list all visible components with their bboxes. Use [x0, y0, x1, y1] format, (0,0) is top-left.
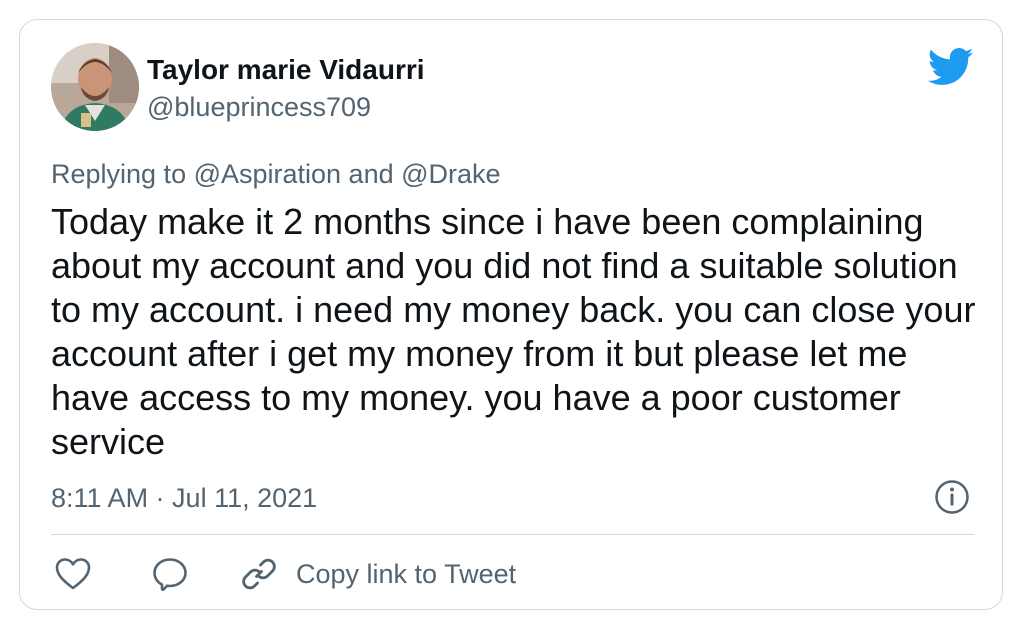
heart-icon[interactable]	[54, 555, 92, 593]
avatar[interactable]	[51, 43, 139, 131]
reply-context: Replying to @Aspiration and @Drake	[51, 159, 501, 189]
twitter-bird-icon[interactable]	[928, 47, 974, 87]
info-icon[interactable]	[934, 479, 970, 515]
tweet-card: Taylor marie Vidaurri @blueprincess709 R…	[19, 19, 1003, 610]
tweet-timestamp[interactable]: 8:11 AM · Jul 11, 2021	[51, 481, 317, 515]
author-handle[interactable]: @blueprincess709	[147, 90, 371, 124]
author-name[interactable]: Taylor marie Vidaurri	[147, 53, 425, 87]
tweet-text: Today make it 2 months since i have been…	[51, 201, 976, 462]
copy-link-label: Copy link to Tweet	[296, 559, 517, 589]
copy-link-button[interactable]: Copy link to Tweet	[240, 553, 516, 595]
link-icon	[242, 558, 276, 590]
divider	[51, 534, 974, 535]
speech-bubble-icon[interactable]	[151, 555, 189, 593]
